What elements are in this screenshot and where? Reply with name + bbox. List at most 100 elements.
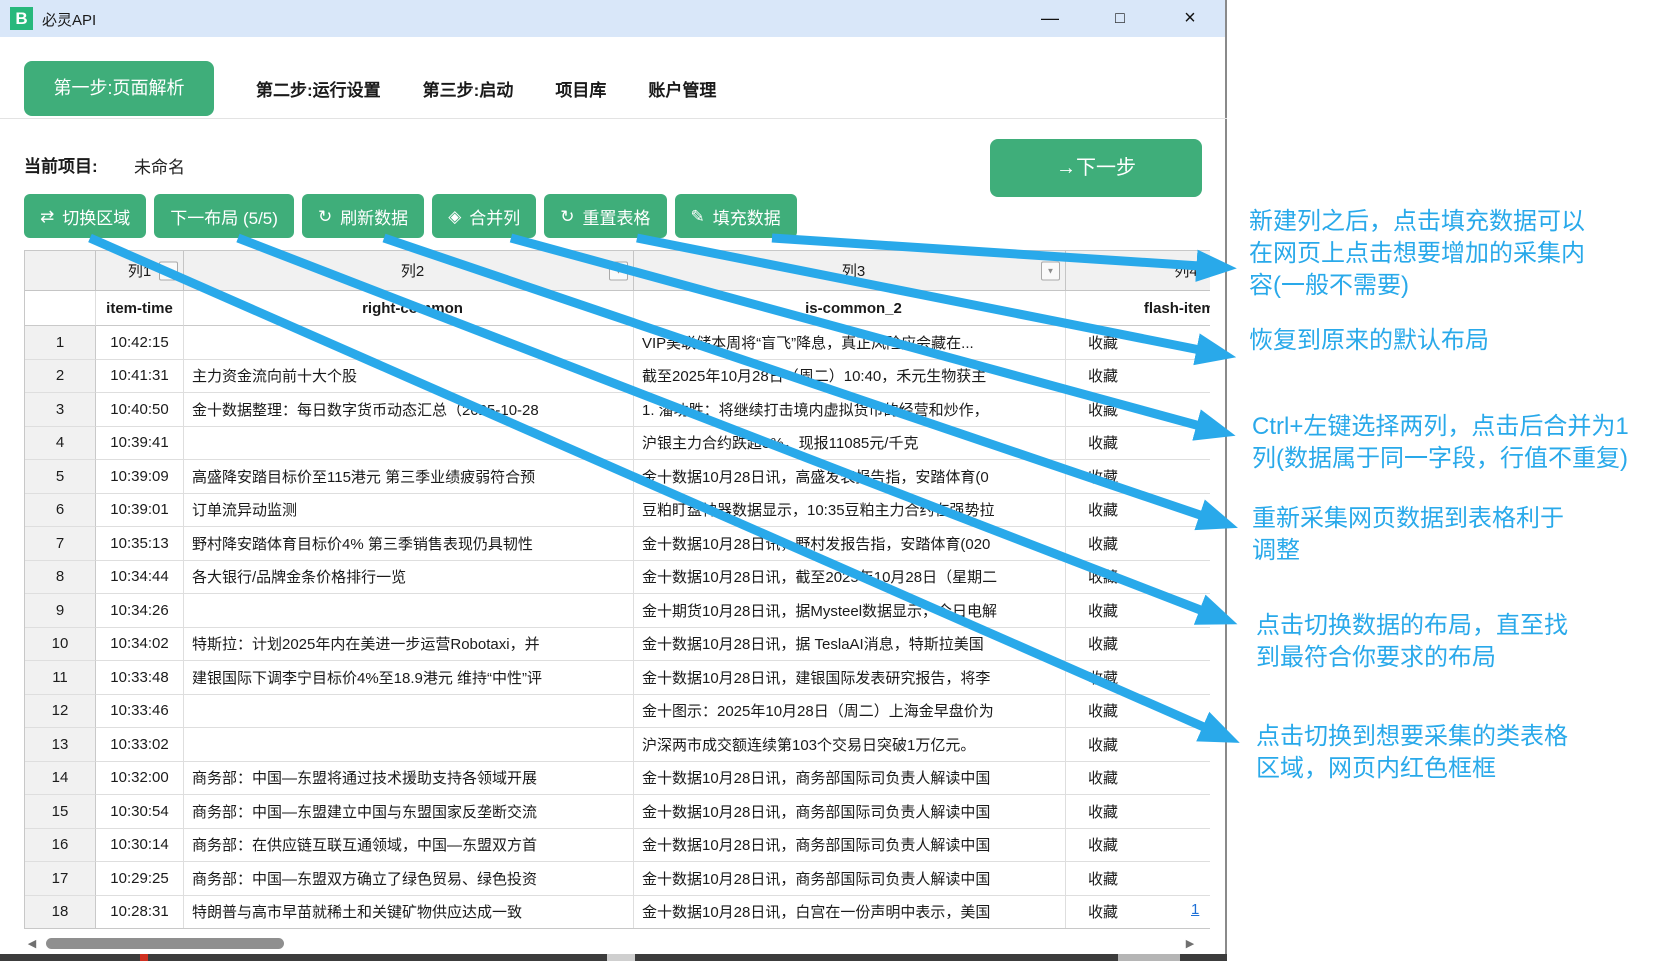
table-row[interactable]: 1710:29:25商务部：中国—东盟双方确立了绿色贸易、绿色投资金十数据10月… — [25, 862, 1210, 896]
col2-cell[interactable]: 各大银行/品牌金条价格排行一览 — [184, 561, 634, 595]
time-cell[interactable]: 10:39:09 — [96, 460, 184, 494]
col3-cell[interactable]: 截至2025年10月28日（周二）10:40，禾元生物获主 — [634, 360, 1066, 394]
tab-4[interactable]: 项目库 — [555, 76, 606, 101]
favorite-cell[interactable]: 收藏 — [1066, 628, 1210, 662]
table-row[interactable]: 1110:33:48建银国际下调李宁目标价4%至18.9港元 维持“中性”评金十… — [25, 661, 1210, 695]
tab-3[interactable]: 第三步:启动 — [423, 76, 514, 101]
table-row[interactable]: 1510:30:54商务部：中国—东盟建立中国与东盟国家反垄断交流金十数据10月… — [25, 795, 1210, 829]
col2-cell[interactable]: 商务部：中国—东盟将通过技术援助支持各领域开展 — [184, 762, 634, 796]
merge-columns-button[interactable]: ◈合并列 — [432, 194, 536, 238]
favorite-cell[interactable]: 收藏 — [1066, 896, 1210, 930]
time-cell[interactable]: 10:28:31 — [96, 896, 184, 930]
col2-cell[interactable]: 商务部：中国—东盟双方确立了绿色贸易、绿色投资 — [184, 862, 634, 896]
favorite-cell[interactable]: 收藏 — [1066, 360, 1210, 394]
table-row[interactable]: 310:40:50金十数据整理：每日数字货币动态汇总（2025-10-281. … — [25, 393, 1210, 427]
col2-cell[interactable]: 金十数据整理：每日数字货币动态汇总（2025-10-28 — [184, 393, 634, 427]
tab-5[interactable]: 账户管理 — [648, 76, 716, 101]
col2-cell[interactable] — [184, 594, 634, 628]
fill-data-button[interactable]: ✎填充数据 — [675, 194, 797, 238]
refresh-data-button[interactable]: ↻刷新数据 — [302, 194, 424, 238]
time-cell[interactable]: 10:32:00 — [96, 762, 184, 796]
favorite-cell[interactable]: 收藏 — [1066, 762, 1210, 796]
next-step-button[interactable]: →下一步 — [990, 139, 1202, 197]
time-cell[interactable]: 10:34:02 — [96, 628, 184, 662]
filter-icon[interactable]: ▼ — [609, 261, 628, 280]
col2-cell[interactable]: 特朗普与高市早苗就稀土和关键矿物供应达成一致 — [184, 896, 634, 930]
table-row[interactable]: 1810:28:31特朗普与高市早苗就稀土和关键矿物供应达成一致金十数据10月2… — [25, 896, 1210, 930]
time-cell[interactable]: 10:35:13 — [96, 527, 184, 561]
col3-cell[interactable]: 沪深两市成交额连续第103个交易日突破1万亿元。 — [634, 728, 1066, 762]
favorite-cell[interactable]: 收藏 — [1066, 460, 1210, 494]
col2-cell[interactable] — [184, 728, 634, 762]
col3-cell[interactable]: 金十数据10月28日讯，商务部国际司负责人解读中国 — [634, 862, 1066, 896]
tab-1[interactable]: 第一步:页面解析 — [24, 61, 214, 116]
col3-cell[interactable]: 金十数据10月28日讯，商务部国际司负责人解读中国 — [634, 762, 1066, 796]
col3-cell[interactable]: 金十数据10月28日讯，商务部国际司负责人解读中国 — [634, 829, 1066, 863]
time-cell[interactable]: 10:39:01 — [96, 494, 184, 528]
col2-cell[interactable]: 高盛降安踏目标价至115港元 第三季业绩疲弱符合预 — [184, 460, 634, 494]
col2-cell[interactable] — [184, 326, 634, 360]
col3-cell[interactable]: 沪银主力合约跌超3%，现报11085元/千克 — [634, 427, 1066, 461]
time-cell[interactable]: 10:33:48 — [96, 661, 184, 695]
time-cell[interactable]: 10:30:14 — [96, 829, 184, 863]
favorite-cell[interactable]: 收藏 — [1066, 561, 1210, 595]
favorite-cell[interactable]: 收藏 — [1066, 728, 1210, 762]
tab-2[interactable]: 第二步:运行设置 — [256, 76, 381, 101]
col2-cell[interactable]: 特斯拉：计划2025年内在美进一步运营Robotaxi，并 — [184, 628, 634, 662]
col3-cell[interactable]: 金十图示：2025年10月28日（周二）上海金早盘价为 — [634, 695, 1066, 729]
table-row[interactable]: 410:39:41沪银主力合约跌超3%，现报11085元/千克收藏 — [25, 427, 1210, 461]
favorite-cell[interactable]: 收藏 — [1066, 494, 1210, 528]
col3-cell[interactable]: VIP美联储本周将“盲飞”降息，真正风险应会藏在... — [634, 326, 1066, 360]
table-row[interactable]: 210:41:31主力资金流向前十大个股截至2025年10月28日（周二）10:… — [25, 360, 1210, 394]
col2-cell[interactable]: 野村降安踏体育目标价4% 第三季销售表现仍具韧性 — [184, 527, 634, 561]
page-number-link[interactable]: 1 — [1191, 901, 1199, 918]
scroll-right-icon[interactable]: ▶ — [1182, 936, 1198, 952]
table-row[interactable]: 1310:33:02沪深两市成交额连续第103个交易日突破1万亿元。收藏 — [25, 728, 1210, 762]
col2-cell[interactable]: 建银国际下调李宁目标价4%至18.9港元 维持“中性”评 — [184, 661, 634, 695]
table-row[interactable]: 510:39:09高盛降安踏目标价至115港元 第三季业绩疲弱符合预金十数据10… — [25, 460, 1210, 494]
table-row[interactable]: 610:39:01订单流异动监测豆粕盯盘神器数据显示，10:35豆粕主力合约在强… — [25, 494, 1210, 528]
col3-cell[interactable]: 金十数据10月28日讯，据 TeslaAI消息，特斯拉美国 — [634, 628, 1066, 662]
col2-cell[interactable] — [184, 695, 634, 729]
time-cell[interactable]: 10:41:31 — [96, 360, 184, 394]
favorite-cell[interactable]: 收藏 — [1066, 795, 1210, 829]
favorite-cell[interactable]: 收藏 — [1066, 862, 1210, 896]
favorite-cell[interactable]: 收藏 — [1066, 527, 1210, 561]
table-row[interactable]: 1610:30:14商务部：在供应链互联互通领域，中国—东盟双方首金十数据10月… — [25, 829, 1210, 863]
col3-cell[interactable]: 金十数据10月28日讯，商务部国际司负责人解读中国 — [634, 795, 1066, 829]
next-layout-button[interactable]: 下一布局 (5/5) — [154, 194, 294, 238]
scroll-left-icon[interactable]: ◀ — [24, 936, 40, 952]
favorite-cell[interactable]: 收藏 — [1066, 427, 1210, 461]
horizontal-scrollbar[interactable]: ◀ ▶ — [24, 936, 1202, 952]
col2-cell[interactable]: 主力资金流向前十大个股 — [184, 360, 634, 394]
filter-icon[interactable]: ▼ — [1041, 261, 1060, 280]
col3-cell[interactable]: 金十数据10月28日讯，建银国际发表研究报告，将李 — [634, 661, 1066, 695]
favorite-cell[interactable]: 收藏 — [1066, 661, 1210, 695]
table-row[interactable]: 1410:32:00商务部：中国—东盟将通过技术援助支持各领域开展金十数据10月… — [25, 762, 1210, 796]
filter-icon[interactable]: ▼ — [159, 261, 178, 280]
table-row[interactable]: 1210:33:46金十图示：2025年10月28日（周二）上海金早盘价为收藏 — [25, 695, 1210, 729]
time-cell[interactable]: 10:40:50 — [96, 393, 184, 427]
scrollbar-thumb[interactable] — [46, 938, 284, 949]
time-cell[interactable]: 10:33:46 — [96, 695, 184, 729]
col2-cell[interactable]: 商务部：在供应链互联互通领域，中国—东盟双方首 — [184, 829, 634, 863]
time-cell[interactable]: 10:42:15 — [96, 326, 184, 360]
col3-cell[interactable]: 金十期货10月28日讯，据Mysteel数据显示，今日电解 — [634, 594, 1066, 628]
time-cell[interactable]: 10:33:02 — [96, 728, 184, 762]
col2-cell[interactable] — [184, 427, 634, 461]
close-button[interactable]: × — [1176, 5, 1204, 32]
favorite-cell[interactable]: 收藏 — [1066, 326, 1210, 360]
minimize-button[interactable]: — — [1036, 5, 1064, 32]
col3-cell[interactable]: 金十数据10月28日讯，野村发报告指，安踏体育(020 — [634, 527, 1066, 561]
table-row[interactable]: 110:42:15VIP美联储本周将“盲飞”降息，真正风险应会藏在...收藏 — [25, 326, 1210, 360]
favorite-cell[interactable]: 收藏 — [1066, 829, 1210, 863]
table-row[interactable]: 810:34:44各大银行/品牌金条价格排行一览金十数据10月28日讯，截至20… — [25, 561, 1210, 595]
favorite-cell[interactable]: 收藏 — [1066, 695, 1210, 729]
col2-cell[interactable]: 订单流异动监测 — [184, 494, 634, 528]
table-row[interactable]: 1010:34:02特斯拉：计划2025年内在美进一步运营Robotaxi，并金… — [25, 628, 1210, 662]
time-cell[interactable]: 10:34:26 — [96, 594, 184, 628]
time-cell[interactable]: 10:39:41 — [96, 427, 184, 461]
col3-cell[interactable]: 1. 潘功胜：将继续打击境内虚拟货币的经营和炒作， — [634, 393, 1066, 427]
col3-cell[interactable]: 金十数据10月28日讯，截至2025年10月28日（星期二 — [634, 561, 1066, 595]
col3-cell[interactable]: 金十数据10月28日讯，白宫在一份声明中表示，美国 — [634, 896, 1066, 930]
